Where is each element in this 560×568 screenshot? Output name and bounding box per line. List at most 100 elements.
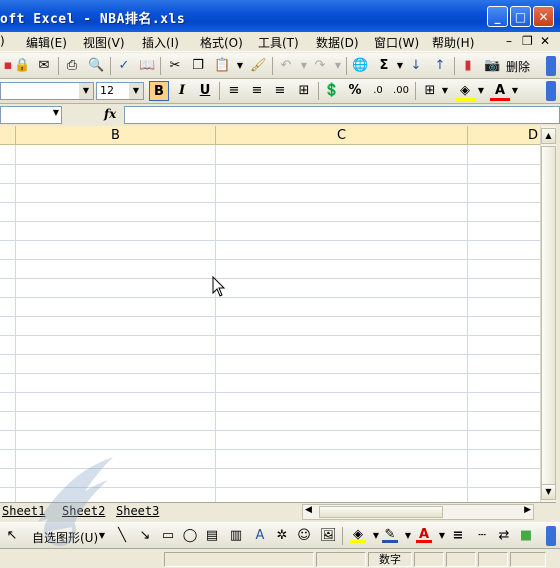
menu-view[interactable]: 视图(V) [83, 34, 125, 51]
row-gridline [0, 221, 540, 222]
undo-dropdown-icon[interactable]: ▼ [296, 58, 312, 74]
row-gridline [0, 411, 540, 412]
arrow-icon[interactable]: ↘ [137, 528, 153, 544]
align-center-icon[interactable]: ≡ [247, 81, 267, 101]
wordart-icon[interactable]: A [252, 528, 268, 544]
scroll-down-icon[interactable]: ▼ [541, 484, 556, 500]
toolbar-options-icon[interactable] [546, 56, 556, 76]
insert-function-button[interactable]: fx [104, 107, 116, 121]
chevron-down-icon[interactable]: ▼ [53, 108, 59, 117]
worksheet-grid[interactable]: B C D [0, 126, 540, 502]
doc-close-button[interactable]: ✕ [540, 34, 550, 48]
font-size-select[interactable]: 12 ▼ [96, 82, 144, 100]
column-header-c[interactable]: C [216, 126, 468, 145]
minimize-button[interactable]: _ [487, 6, 508, 27]
print-icon[interactable]: ⎙ [64, 58, 80, 74]
tab-sheet3[interactable]: Sheet3 [116, 504, 159, 518]
scroll-right-icon[interactable]: ▶ [524, 505, 531, 515]
menu-format[interactable]: 格式(O) [200, 34, 243, 51]
print-preview-icon[interactable]: 🔍 [88, 58, 104, 74]
toolbar-options-icon[interactable] [546, 526, 556, 546]
maximize-button[interactable]: □ [510, 6, 531, 27]
italic-button[interactable]: I [172, 81, 192, 101]
hyperlink-icon[interactable]: 🌐 [352, 58, 368, 74]
copy-icon[interactable]: ❐ [190, 58, 206, 74]
borders-icon[interactable]: ⊞ [420, 81, 440, 101]
paste-icon[interactable]: 📋 [214, 58, 230, 74]
research-icon[interactable]: 📖 [139, 58, 155, 74]
vertical-textbox-icon[interactable]: ▥ [228, 528, 244, 544]
increase-decimal-icon[interactable]: .0 [368, 81, 388, 101]
redo-dropdown-icon[interactable]: ▼ [330, 58, 346, 74]
doc-restore-button[interactable]: ❐ [522, 34, 533, 48]
underline-button[interactable]: U [195, 81, 215, 101]
scroll-up-icon[interactable]: ▲ [541, 128, 556, 144]
font-color-button[interactable]: A [416, 527, 432, 543]
menu-help[interactable]: 帮助(H) [432, 34, 474, 51]
percent-button[interactable]: % [345, 81, 365, 101]
autosum-icon[interactable]: Σ [376, 58, 392, 74]
column-header-d[interactable]: D [468, 126, 540, 145]
column-header-b[interactable]: B [16, 126, 216, 145]
menu-tools[interactable]: 工具(T) [258, 34, 299, 51]
align-right-icon[interactable]: ≡ [270, 81, 290, 101]
currency-icon[interactable]: 💲 [322, 81, 342, 101]
bold-button[interactable]: B [149, 81, 169, 101]
toolbar-options-icon[interactable] [546, 81, 556, 101]
menu-edit[interactable]: 编辑(E) [26, 34, 67, 51]
h-scroll-thumb[interactable] [319, 506, 443, 518]
align-left-icon[interactable]: ≡ [224, 81, 244, 101]
delete-button[interactable]: 删除 [506, 58, 530, 75]
undo-icon[interactable]: ↶ [278, 58, 294, 74]
scroll-thumb[interactable] [541, 146, 556, 500]
email-icon[interactable]: ✉ [36, 58, 52, 74]
scroll-left-icon[interactable]: ◀ [305, 505, 312, 515]
picture-icon[interactable]: 🖼 [320, 528, 337, 544]
font-color-dropdown-icon[interactable]: ▼ [510, 81, 520, 101]
row-gridline [0, 373, 540, 374]
row-gridline [0, 278, 540, 279]
rectangle-icon[interactable]: ▭ [160, 528, 176, 544]
font-color-button[interactable]: A [490, 81, 510, 101]
clipart-icon[interactable]: ☺ [296, 528, 312, 544]
decrease-decimal-icon[interactable]: .00 [391, 81, 411, 101]
shadow-icon[interactable]: ■ [518, 528, 534, 544]
menu-data[interactable]: 数据(D) [316, 34, 359, 51]
font-name-select[interactable]: ▼ [0, 82, 94, 100]
sort-ascending-icon[interactable]: ↓ [408, 58, 424, 74]
merge-center-icon[interactable]: ⊞ [294, 81, 314, 101]
paste-dropdown-icon[interactable]: ▼ [232, 58, 248, 74]
close-button[interactable]: ✕ [533, 6, 554, 27]
borders-dropdown-icon[interactable]: ▼ [440, 81, 450, 101]
name-box[interactable]: ▼ [0, 106, 62, 124]
select-objects-icon[interactable]: ↖ [4, 528, 20, 544]
doc-minimize-button[interactable]: – [506, 34, 512, 48]
column-header-a[interactable] [0, 126, 16, 145]
fill-color-icon[interactable]: ◈ [350, 527, 366, 543]
fill-color-icon[interactable]: ◈ [455, 81, 475, 101]
arrow-style-icon[interactable]: ⇄ [496, 528, 512, 544]
cut-icon[interactable]: ✂ [167, 58, 183, 74]
line-style-icon[interactable]: ≡ [450, 528, 466, 544]
line-color-icon[interactable]: ✎ [382, 527, 398, 543]
formula-input[interactable] [124, 106, 560, 124]
line-color-dropdown-icon[interactable]: ▼ [400, 528, 416, 544]
menu-window[interactable]: 窗口(W) [374, 34, 419, 51]
format-painter-icon[interactable]: 🖌 [250, 58, 267, 74]
spelling-icon[interactable]: ✓ [116, 58, 132, 74]
dash-style-icon[interactable]: ┄ [474, 528, 490, 544]
oval-icon[interactable]: ◯ [182, 528, 198, 544]
textbox-icon[interactable]: ▤ [204, 528, 220, 544]
fill-color-dropdown-icon[interactable]: ▼ [476, 81, 486, 101]
camera-icon[interactable]: 📷 [484, 58, 500, 74]
chart-wizard-icon[interactable]: ▮ [460, 58, 476, 74]
redo-icon[interactable]: ↷ [312, 58, 328, 74]
vertical-scrollbar[interactable]: ▲ ▼ [540, 126, 556, 502]
permission-icon[interactable]: 🔒 [14, 58, 30, 74]
font-color-dropdown-icon[interactable]: ▼ [434, 528, 450, 544]
horizontal-scrollbar[interactable]: ◀ ▶ [302, 504, 534, 520]
diagram-icon[interactable]: ✲ [274, 528, 290, 544]
menu-insert[interactable]: 插入(I) [142, 34, 179, 51]
autosum-dropdown-icon[interactable]: ▼ [392, 58, 408, 74]
sort-descending-icon[interactable]: ↑ [432, 58, 448, 74]
